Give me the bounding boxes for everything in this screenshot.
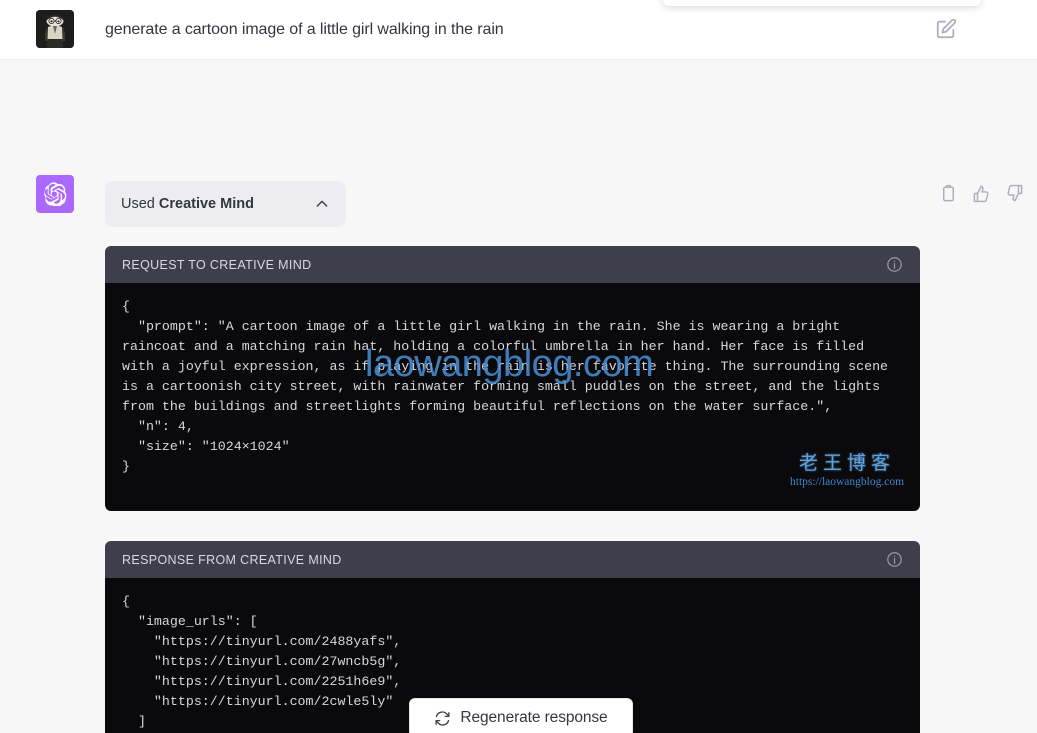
- request-panel: REQUEST TO CREATIVE MIND { "prompt": "A …: [105, 246, 920, 511]
- used-tool-prefix: Used: [121, 196, 159, 212]
- response-panel-title: RESPONSE FROM CREATIVE MIND: [122, 552, 342, 567]
- used-tool-label: Used Creative Mind: [121, 196, 314, 212]
- assistant-message-row: Used Creative Mind REQUEST TO CREATIVE M…: [0, 60, 1037, 733]
- message-action-bar: [939, 184, 1024, 203]
- refresh-circular-arrow-icon: [435, 710, 450, 726]
- thumbs-up-icon[interactable]: [972, 184, 991, 203]
- user-message-text: generate a cartoon image of a little gir…: [105, 21, 504, 38]
- openai-logo-icon: [44, 182, 67, 206]
- chat-page: generate a cartoon image of a little gir…: [0, 0, 1037, 733]
- edit-message-button[interactable]: [935, 18, 957, 40]
- thumbs-down-icon[interactable]: [1005, 184, 1024, 203]
- chevron-up-icon: [316, 200, 328, 207]
- assistant-avatar: [36, 175, 74, 213]
- info-circle-icon[interactable]: [886, 256, 903, 273]
- info-circle-icon[interactable]: [886, 551, 903, 568]
- floating-popup-partial: [663, 0, 981, 6]
- regenerate-response-label: Regenerate response: [460, 709, 608, 726]
- used-tool-name: Creative Mind: [158, 196, 254, 212]
- edit-pencil-square-icon: [936, 18, 957, 39]
- user-avatar-cartoon-man-icon: [36, 10, 74, 48]
- user-avatar: [36, 10, 74, 48]
- used-tool-chip[interactable]: Used Creative Mind: [105, 181, 346, 227]
- user-message-row: generate a cartoon image of a little gir…: [0, 0, 1037, 60]
- request-code-block: { "prompt": "A cartoon image of a little…: [105, 283, 920, 511]
- response-panel-header: RESPONSE FROM CREATIVE MIND: [105, 541, 920, 578]
- copy-icon[interactable]: [939, 184, 958, 203]
- request-panel-header: REQUEST TO CREATIVE MIND: [105, 246, 920, 283]
- request-panel-title: REQUEST TO CREATIVE MIND: [122, 257, 312, 272]
- regenerate-response-button[interactable]: Regenerate response: [409, 698, 633, 733]
